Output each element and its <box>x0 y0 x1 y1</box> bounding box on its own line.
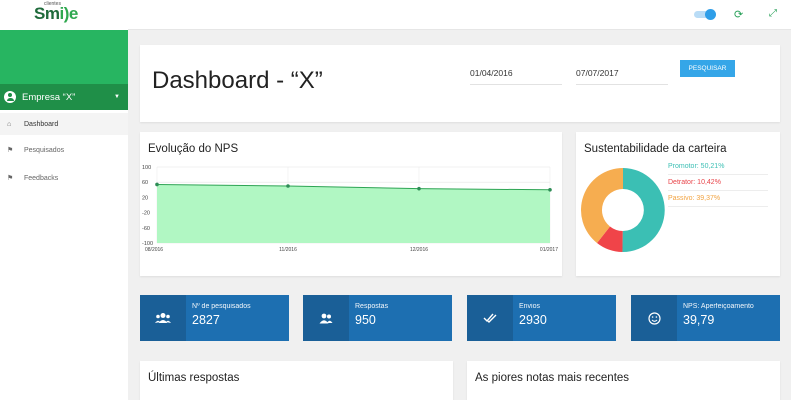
sidebar-item-dashboard[interactable]: ⌂ Dashboard <box>0 113 128 135</box>
fullscreen-icon[interactable]: ⤢ <box>769 8 777 19</box>
caret-down-icon: ▼ <box>114 94 120 100</box>
stat-pesquisados[interactable]: Nº de pesquisados 2827 <box>140 295 289 341</box>
header-card: Dashboard - “X” 01/04/2016 07/07/2017 PE… <box>140 45 780 122</box>
stat-label: Respostas <box>355 303 389 310</box>
sustentabilidade-title: Sustentabilidade da carteira <box>584 143 727 155</box>
legend-passivo: Passivo: 39,37% <box>668 193 768 207</box>
people-group-icon <box>140 295 186 341</box>
stat-envios[interactable]: Envios 2930 <box>467 295 616 341</box>
y-tick-label: -60 <box>142 226 150 232</box>
y-tick-label: 60 <box>142 180 148 186</box>
stat-label: Envios <box>519 303 541 310</box>
nps-chart: 1006020-20-60-10008/2016 11/2016 12/2016 01… <box>142 165 558 253</box>
x-tick-label: 11/2016 <box>279 247 297 253</box>
x-tick-label: 08/2016 <box>145 247 163 253</box>
stat-value: 2930 <box>519 313 547 327</box>
sidebar-banner <box>0 30 128 84</box>
nps-point[interactable] <box>155 182 159 187</box>
nps-point[interactable] <box>286 184 290 188</box>
topbar: ⟳ ⤢ <box>128 0 791 30</box>
sidebar-item-label: Feedbacks <box>24 174 59 182</box>
donut-slice-promotor[interactable] <box>622 168 665 253</box>
legend-promotor: Promotor: 50,21% <box>668 161 768 175</box>
toggle-switch[interactable] <box>694 9 716 20</box>
logo[interactable]: clientes Smi)e <box>4 0 120 28</box>
y-tick-label: -20 <box>142 211 150 217</box>
stat-label: NPS: Aperfeiçoamento <box>683 303 754 310</box>
home-icon: ⌂ <box>7 120 12 128</box>
stat-label: Nº de pesquisados <box>192 303 251 310</box>
ultimas-respostas-card: Últimas respostas <box>140 361 453 400</box>
stat-respostas[interactable]: Respostas 950 <box>303 295 452 341</box>
people-icon <box>303 295 349 341</box>
sustentabilidade-card: Sustentabilidade da carteira Promotor: 5… <box>576 132 780 276</box>
x-tick-label: 01/2017 <box>540 247 558 253</box>
ultimas-respostas-title: Últimas respostas <box>148 372 240 384</box>
toggle-knob <box>705 9 716 20</box>
double-check-icon <box>467 295 513 341</box>
flag-icon: ⚑ <box>7 147 14 154</box>
page-title: Dashboard - “X” <box>152 67 323 94</box>
nps-area <box>157 184 550 243</box>
stat-value: 950 <box>355 313 376 327</box>
sidebar-item-pesquisados[interactable]: ⚑ Pesquisados <box>0 139 128 161</box>
y-tick-label: 100 <box>142 165 151 171</box>
sidebar-item-label: Pesquisados <box>24 146 65 154</box>
stat-nps-aperfeicoamento[interactable]: NPS: Aperfeiçoamento 39,79 <box>631 295 780 341</box>
nps-point[interactable] <box>417 186 421 191</box>
smile-icon <box>631 295 677 341</box>
nps-point[interactable] <box>548 188 552 192</box>
search-button[interactable]: PESQUISAR <box>680 60 735 77</box>
sidebar: clientes Smi)e Empresa “X” ▼ ⌂ Dashboard… <box>0 0 128 400</box>
logo-wordmark: Smi)e <box>34 4 78 23</box>
flag-icon: ⚑ <box>7 175 14 182</box>
y-tick-label: 20 <box>142 195 148 201</box>
piores-notas-card: As piores notas mais recentes <box>467 361 780 400</box>
start-date-field[interactable]: 01/04/2016 <box>470 63 562 85</box>
company-selector[interactable]: Empresa “X” ▼ <box>0 84 128 110</box>
donut-chart <box>580 168 665 253</box>
piores-notas-title: As piores notas mais recentes <box>475 372 630 384</box>
nps-card: Evolução do NPS 100 60 20 -20 -60 -100 08/2016… <box>140 132 562 276</box>
sidebar-item-label: Dashboard <box>24 120 59 128</box>
refresh-icon[interactable]: ⟳ <box>734 8 743 21</box>
sidebar-item-feedbacks[interactable]: ⚑ Feedbacks <box>0 167 128 189</box>
company-name: Empresa “X” <box>22 91 76 103</box>
stat-value: 39,79 <box>683 313 715 327</box>
user-icon <box>4 91 16 103</box>
end-date-field[interactable]: 07/07/2017 <box>576 63 668 85</box>
stat-value: 2827 <box>192 313 220 327</box>
legend-detrator: Detrator: 10,42% <box>668 177 768 191</box>
x-tick-label: 12/2016 <box>410 247 428 253</box>
